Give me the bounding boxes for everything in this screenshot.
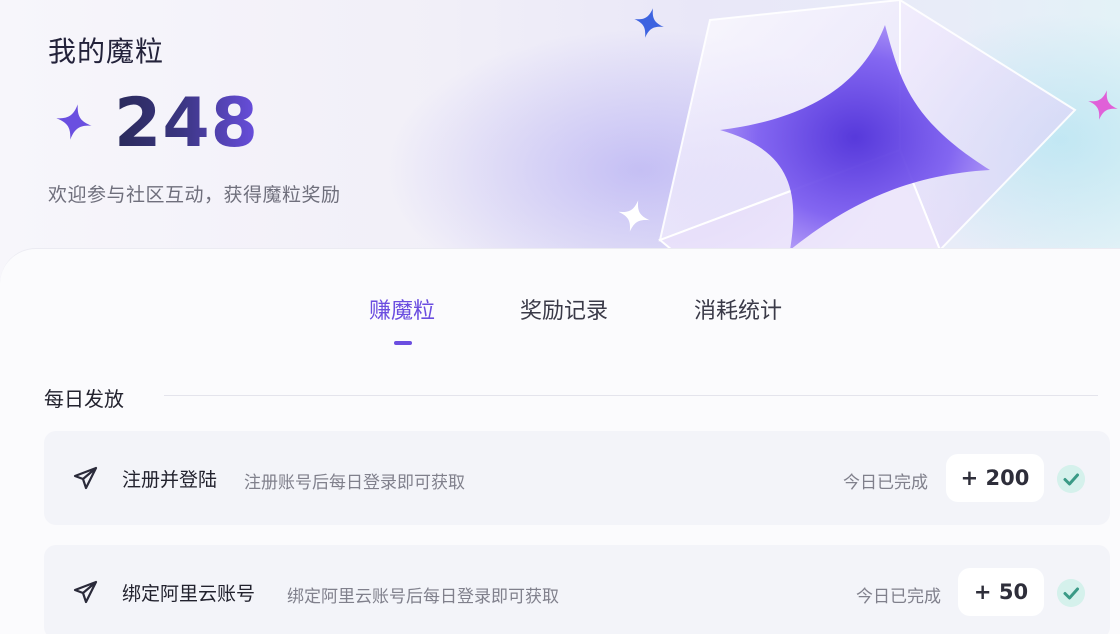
sparkle-icon [1088,90,1118,120]
check-icon [1057,579,1085,607]
active-tab-indicator [394,341,412,345]
task-status: 今日已完成 [843,473,928,493]
task-description: 注册账号后每日登录即可获取 [244,473,465,493]
task-status: 今日已完成 [856,587,941,607]
task-name: 注册并登陆 [122,469,218,491]
section-divider [164,395,1098,396]
content-panel: 赚魔粒 奖励记录 消耗统计 每日发放 注册并登陆 注册账号后每日登录即可获取 今… [0,248,1120,634]
cube-illustration [658,0,1077,290]
paper-plane-icon [73,580,98,604]
page-title: 我的魔粒 [48,35,165,68]
points-value: 248 [114,82,259,166]
task-card: 绑定阿里云账号 绑定阿里云账号后每日登录即可获取 今日已完成 + 50 [44,545,1110,634]
sparkle-icon [634,8,664,38]
task-card: 注册并登陆 注册账号后每日登录即可获取 今日已完成 + 200 [44,431,1110,525]
task-name: 绑定阿里云账号 [122,583,256,605]
section-title: 每日发放 [44,387,124,411]
reward-badge: + 200 [946,454,1044,502]
sparkle-icon [56,104,92,140]
check-icon [1057,465,1085,493]
reward-badge: + 50 [958,568,1044,616]
hero-subtitle: 欢迎参与社区互动，获得魔粒奖励 [48,184,341,206]
task-description: 绑定阿里云账号后每日登录即可获取 [287,587,559,607]
tab-bar: 赚魔粒 奖励记录 消耗统计 [0,293,1120,353]
paper-plane-icon [73,466,98,490]
tab-consumption-stats[interactable]: 消耗统计 [694,293,782,325]
points-hero: 我的魔粒 248 欢迎参与社区互动，获得魔粒奖励 [0,0,1120,290]
sparkle-icon [618,200,650,232]
tab-reward-history[interactable]: 奖励记录 [520,293,608,325]
tab-earn[interactable]: 赚魔粒 [369,293,435,325]
